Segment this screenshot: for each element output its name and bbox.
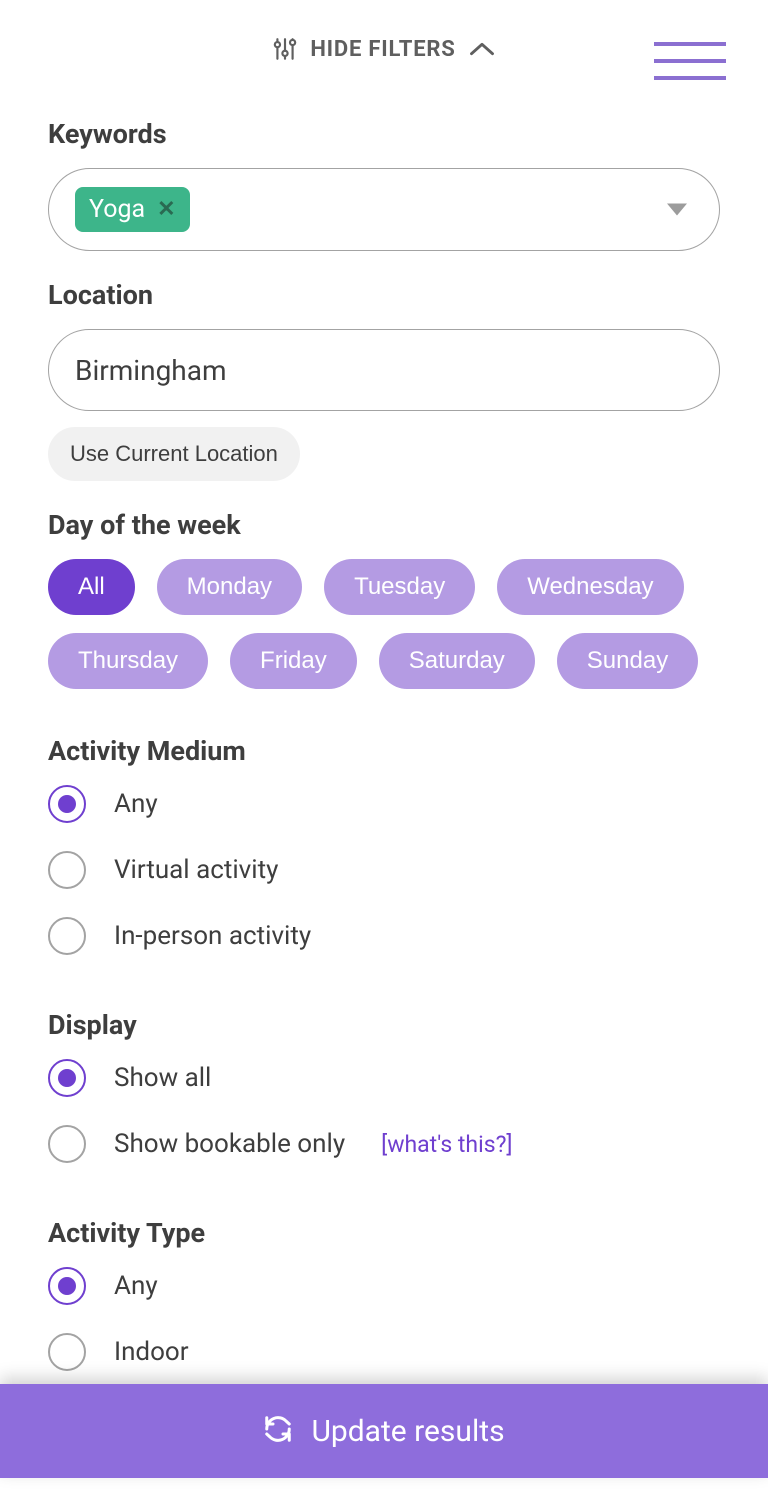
- update-results-button[interactable]: Update results: [0, 1384, 768, 1478]
- radio-icon: [48, 851, 86, 889]
- day-pill-friday[interactable]: Friday: [230, 633, 357, 689]
- sliders-icon: [272, 36, 298, 62]
- day-pill-tuesday[interactable]: Tuesday: [324, 559, 475, 615]
- day-pill-sunday[interactable]: Sunday: [557, 633, 698, 689]
- remove-tag-icon[interactable]: ✕: [157, 199, 175, 221]
- filters-header: HIDE FILTERS: [0, 0, 768, 80]
- use-current-location-button[interactable]: Use Current Location: [48, 427, 300, 481]
- activity-type-option[interactable]: Any: [48, 1267, 720, 1305]
- radio-icon: [48, 785, 86, 823]
- day-of-week-options: All Monday Tuesday Wednesday Thursday Friday S…: [48, 559, 720, 689]
- activity-medium-option-label: In-person activity: [114, 921, 311, 951]
- activity-medium-option-label: Any: [114, 789, 158, 819]
- activity-type-title: Activity Type: [48, 1217, 720, 1249]
- activity-type-options: Any Indoor: [48, 1267, 720, 1371]
- keyword-tag-label: Yoga: [89, 195, 145, 224]
- hide-filters-label: HIDE FILTERS: [310, 37, 455, 62]
- day-pill-monday[interactable]: Monday: [157, 559, 302, 615]
- display-option-label: Show bookable only: [114, 1129, 345, 1159]
- activity-type-option-label: Any: [114, 1271, 158, 1301]
- filters-content: Keywords Yoga ✕ Location Birmingham Use …: [0, 80, 768, 1491]
- radio-icon: [48, 1059, 86, 1097]
- display-option[interactable]: Show bookable only [what's this?]: [48, 1125, 720, 1163]
- location-title: Location: [48, 279, 720, 311]
- keyword-tag[interactable]: Yoga ✕: [75, 187, 190, 232]
- day-pill-all[interactable]: All: [48, 559, 135, 615]
- day-of-week-title: Day of the week: [48, 509, 720, 541]
- radio-icon: [48, 1267, 86, 1305]
- dropdown-caret-icon[interactable]: [667, 200, 687, 219]
- activity-type-option-label: Indoor: [114, 1337, 189, 1367]
- activity-medium-option[interactable]: In-person activity: [48, 917, 720, 955]
- activity-medium-options: Any Virtual activity In-person activity: [48, 785, 720, 955]
- radio-icon: [48, 917, 86, 955]
- location-value: Birmingham: [75, 354, 227, 387]
- activity-medium-title: Activity Medium: [48, 735, 720, 767]
- location-input[interactable]: Birmingham: [48, 329, 720, 411]
- day-pill-wednesday[interactable]: Wednesday: [497, 559, 683, 615]
- activity-medium-option[interactable]: Virtual activity: [48, 851, 720, 889]
- whats-this-link[interactable]: [what's this?]: [381, 1131, 512, 1158]
- menu-button[interactable]: [654, 42, 726, 80]
- activity-medium-option[interactable]: Any: [48, 785, 720, 823]
- display-option[interactable]: Show all: [48, 1059, 720, 1097]
- keywords-title: Keywords: [48, 118, 720, 150]
- activity-medium-option-label: Virtual activity: [114, 855, 278, 885]
- display-option-label: Show all: [114, 1063, 211, 1093]
- radio-icon: [48, 1333, 86, 1371]
- chevron-up-icon: [468, 40, 496, 58]
- day-pill-thursday[interactable]: Thursday: [48, 633, 208, 689]
- hide-filters-toggle[interactable]: HIDE FILTERS: [272, 36, 495, 62]
- keywords-input[interactable]: Yoga ✕: [48, 168, 720, 251]
- update-results-label: Update results: [311, 1414, 504, 1449]
- radio-icon: [48, 1125, 86, 1163]
- day-pill-saturday[interactable]: Saturday: [379, 633, 535, 689]
- display-options: Show all Show bookable only [what's this?]: [48, 1059, 720, 1163]
- display-title: Display: [48, 1009, 720, 1041]
- refresh-icon: [263, 1414, 293, 1448]
- activity-type-option[interactable]: Indoor: [48, 1333, 720, 1371]
